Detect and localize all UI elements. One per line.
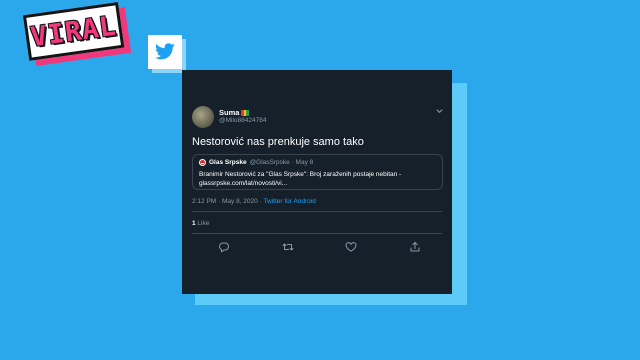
tweet-card: Suma @Milo88424784 Nestorović nas prenku… [182, 70, 452, 294]
tweet-timestamp-row: 2:12 PM · May 8, 2020 · Twitter for Andr… [192, 198, 316, 205]
viral-badge: VIRAL [22, 1, 132, 67]
quoted-tweet-header: Glas Srpske @GlasSrpske · May 8 [199, 159, 313, 166]
like-label: Like [195, 220, 210, 227]
quoted-source-name: Glas Srpske [209, 159, 247, 166]
tweet-text: Nestorović nas prenkuje samo tako [192, 136, 364, 148]
twitter-bird-icon [155, 43, 175, 60]
viral-badge-text: VIRAL [28, 10, 119, 53]
flag-icon [241, 109, 249, 116]
tweet-source-link[interactable]: Twitter for Android [263, 198, 315, 205]
divider [192, 233, 442, 234]
twitter-logo [148, 35, 182, 69]
reply-icon[interactable] [218, 241, 230, 253]
glas-srpske-logo-icon [199, 159, 206, 166]
quoted-source-meta: @GlasSrpske · May 8 [249, 159, 314, 166]
author-handle[interactable]: @Milo88424784 [219, 117, 266, 124]
quoted-tweet-body: Branimir Nestorović za "Glas Srpske": Br… [199, 171, 402, 187]
chevron-down-icon[interactable] [435, 107, 444, 115]
tweet-timestamp[interactable]: 2:12 PM · May 8, 2020 · [192, 198, 263, 205]
retweet-icon[interactable] [282, 241, 294, 253]
author-name[interactable]: Suma [219, 108, 239, 117]
like-count-row[interactable]: 1 Like [192, 220, 209, 227]
divider [192, 211, 442, 212]
tweet-actions [182, 241, 452, 253]
quoted-tweet[interactable]: Glas Srpske @GlasSrpske · May 8 Branimir… [192, 154, 443, 190]
like-icon[interactable] [345, 241, 357, 253]
avatar[interactable] [192, 106, 214, 128]
share-icon[interactable] [409, 241, 421, 253]
author-name-row[interactable]: Suma [219, 108, 249, 117]
